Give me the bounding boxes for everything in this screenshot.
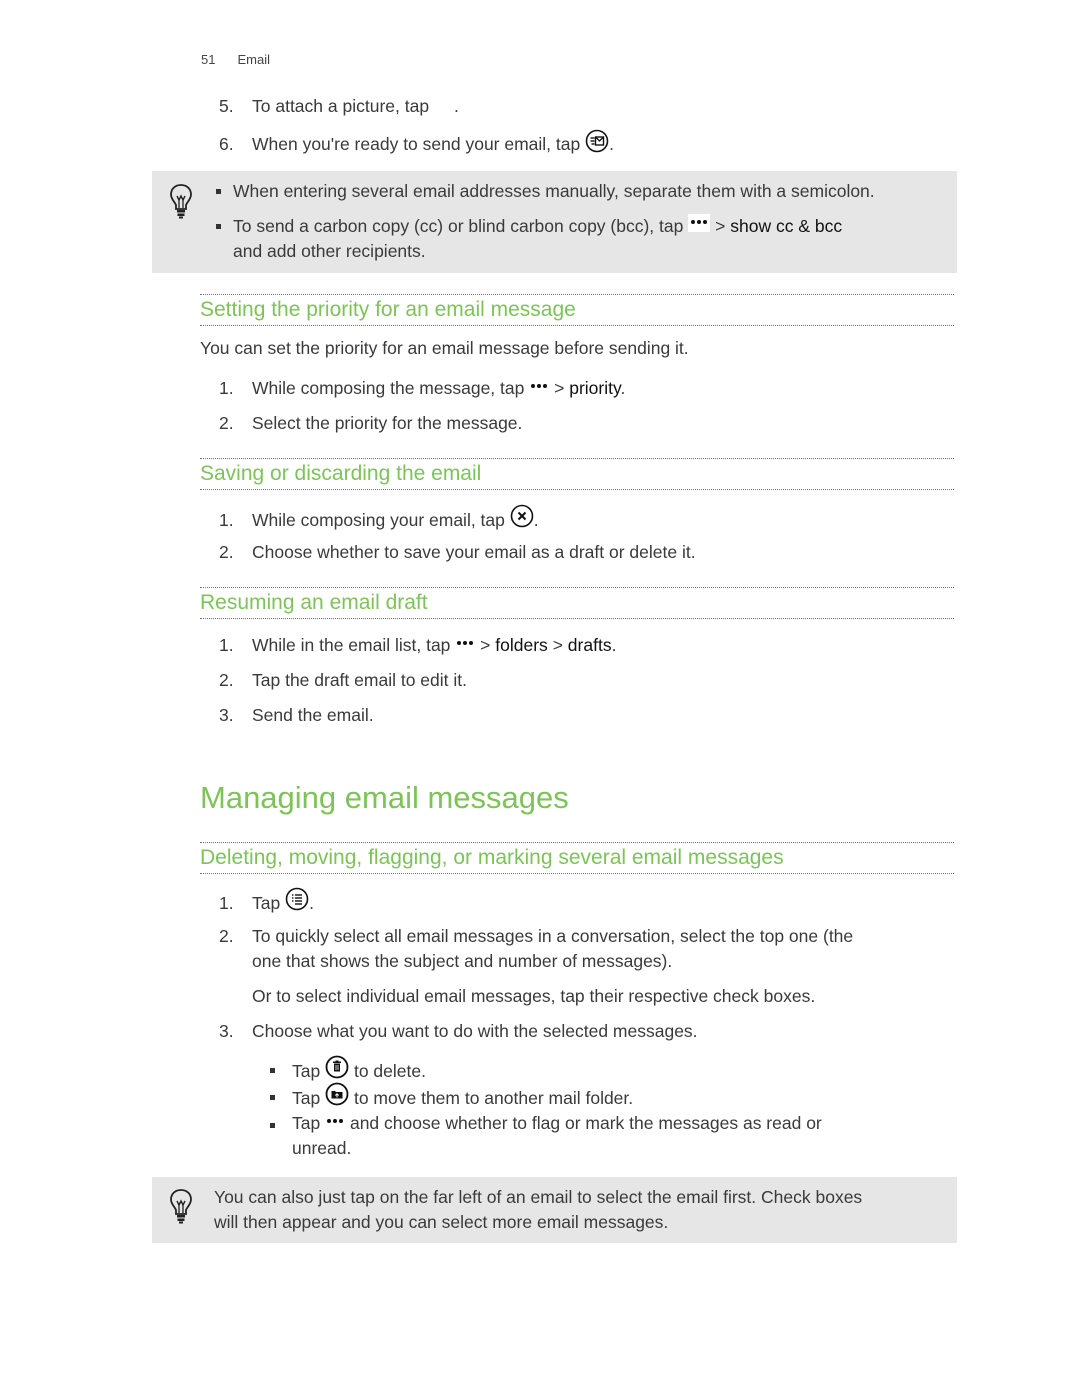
more-icon bbox=[455, 637, 475, 649]
section-intro: You can set the priority for an email me… bbox=[200, 338, 689, 358]
list-item: 3. Send the email. bbox=[219, 705, 374, 725]
divider bbox=[200, 873, 954, 874]
list-item: 2. Tap the draft email to edit it. bbox=[219, 670, 467, 690]
send-icon bbox=[585, 129, 609, 158]
list-item-continuation: one that shows the subject and number of… bbox=[252, 951, 673, 971]
more-icon bbox=[688, 214, 711, 233]
divider bbox=[200, 842, 954, 843]
section-heading: Deleting, moving, flagging, or marking s… bbox=[200, 846, 784, 869]
divider bbox=[200, 587, 954, 588]
tip-box: When entering several email addresses ma… bbox=[152, 171, 957, 273]
list-item: 2. To quickly select all email messages i… bbox=[219, 926, 854, 946]
more-icon bbox=[529, 380, 549, 392]
tip-box: You can also just tap on the far left of… bbox=[152, 1177, 957, 1243]
step-attach-picture: 5. To attach a picture, tap . bbox=[219, 96, 459, 117]
tip-text: will then appear and you can select more… bbox=[214, 1212, 669, 1232]
page-number: 51 bbox=[201, 52, 216, 67]
section-heading: Saving or discarding the email bbox=[200, 462, 482, 485]
divider bbox=[200, 618, 954, 619]
list-item: 2. Select the priority for the message. bbox=[219, 413, 523, 433]
tip-text: When entering several email addresses ma… bbox=[233, 181, 875, 201]
close-circle-icon bbox=[510, 504, 534, 533]
select-list-icon bbox=[285, 887, 309, 916]
tip-text: To send a carbon copy (cc) or blind carb… bbox=[233, 214, 843, 236]
lightbulb-icon bbox=[170, 1189, 192, 1224]
chapter-title: Managing email messages bbox=[200, 780, 569, 815]
divider bbox=[200, 325, 954, 326]
list-item: 1. While composing the message, tap > pri… bbox=[219, 378, 626, 398]
divider bbox=[200, 489, 954, 490]
tip-text: and add other recipients. bbox=[233, 241, 426, 261]
list-item: 1. While composing your email, tap . bbox=[219, 504, 539, 536]
more-icon bbox=[325, 1115, 345, 1127]
page-header: 51 Email bbox=[201, 52, 270, 67]
bullet-marker bbox=[216, 189, 221, 194]
list-item: 1. While in the email list, tap > folders… bbox=[219, 635, 617, 655]
bullet-marker bbox=[216, 224, 221, 229]
list-item: 1. Tap . bbox=[219, 887, 314, 919]
bullet-marker bbox=[270, 1095, 275, 1100]
lightbulb-icon bbox=[170, 184, 192, 219]
attach-picture-icon bbox=[434, 97, 454, 117]
list-item: 3. Choose what you want to do with the se… bbox=[219, 1021, 698, 1041]
divider bbox=[200, 294, 954, 295]
move-folder-icon bbox=[325, 1082, 349, 1111]
section-heading: Resuming an email draft bbox=[200, 591, 428, 614]
tip-text: You can also just tap on the far left of… bbox=[214, 1187, 863, 1207]
bullet-marker bbox=[270, 1123, 275, 1128]
section-name: Email bbox=[237, 52, 270, 67]
list-item: 2. Choose whether to save your email as a… bbox=[219, 542, 696, 562]
bullet-marker bbox=[270, 1068, 275, 1073]
trash-icon bbox=[325, 1055, 349, 1084]
divider bbox=[200, 458, 954, 459]
step-send-email: 6. When you're ready to send your email, … bbox=[219, 129, 614, 160]
section-heading: Setting the priority for an email messag… bbox=[200, 298, 576, 321]
list-item-note: Or to select individual email messages, … bbox=[252, 986, 816, 1006]
